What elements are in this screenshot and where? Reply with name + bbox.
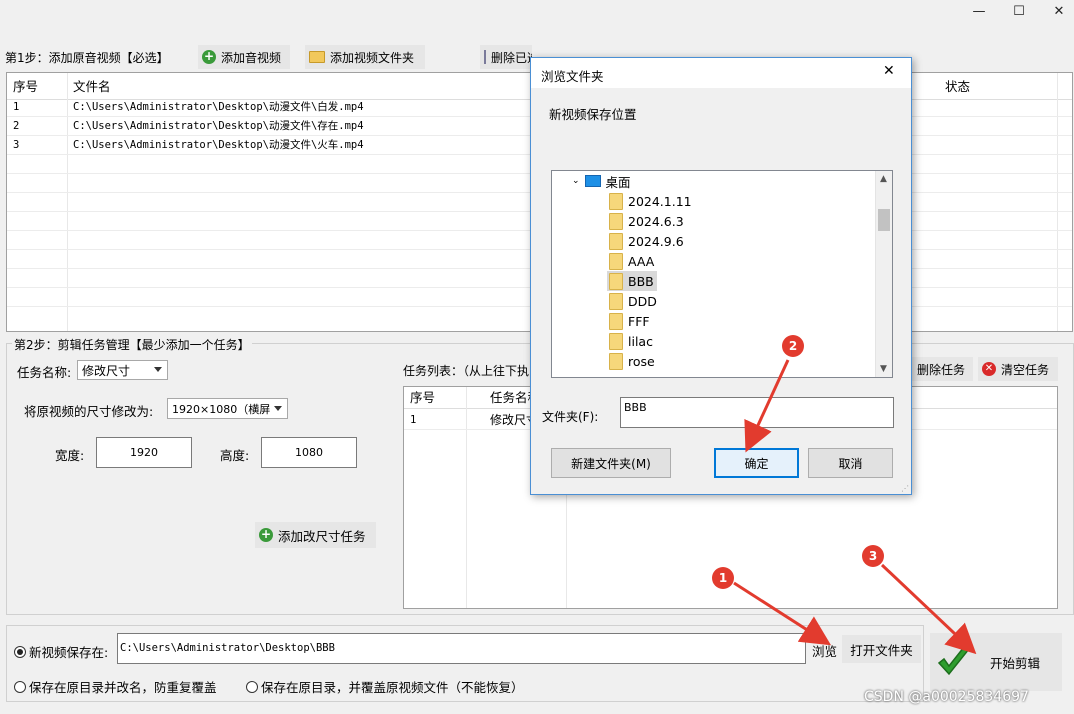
- annotation-arrows: [733, 359, 977, 655]
- step-marker-3: 3: [862, 545, 884, 567]
- step-marker-2: 2: [782, 335, 804, 357]
- arrow-2: [744, 359, 790, 453]
- arrow-1: [733, 581, 832, 646]
- step-marker-1: 1: [712, 567, 734, 589]
- arrow-3: [880, 563, 977, 655]
- watermark: CSDN @a00025834697: [864, 689, 1029, 705]
